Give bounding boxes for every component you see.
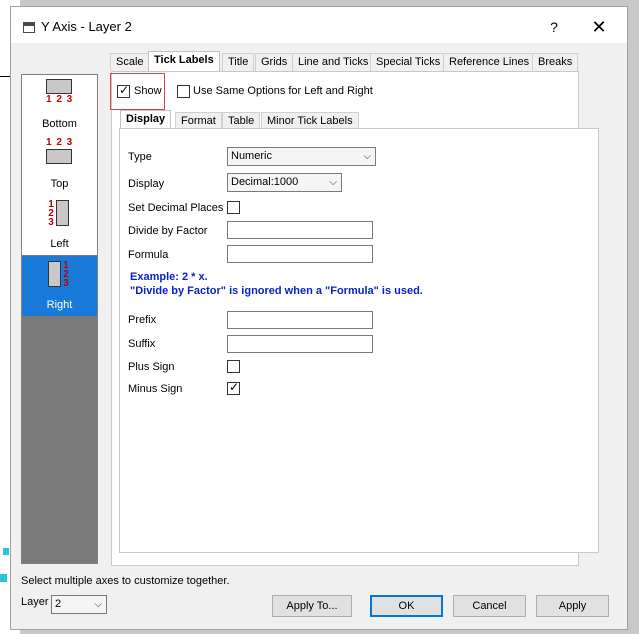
prefix-input[interactable] [227, 311, 373, 329]
chevron-down-icon: ⌵ [94, 599, 102, 610]
plus-sign-checkbox[interactable] [227, 360, 240, 373]
minus-sign-checkbox[interactable] [227, 380, 240, 395]
suffix-label: Suffix [128, 338, 156, 350]
suffix-input[interactable] [227, 335, 373, 353]
example-text: Example: 2 * x. [130, 271, 208, 283]
type-select-value: Numeric [231, 150, 272, 162]
axis-left-icon [56, 200, 69, 226]
show-checkbox[interactable] [117, 83, 130, 98]
background-marker [0, 574, 7, 582]
ok-button[interactable]: OK [370, 595, 443, 617]
same-options-checkbox[interactable] [177, 85, 190, 98]
axis-left-numbers: 1 2 3 [47, 200, 55, 228]
tab-grids[interactable]: Grids [255, 53, 294, 71]
set-decimal-label: Set Decimal Places [128, 202, 224, 214]
axis-list: 1 2 3 Bottom 1 2 3 Top 1 2 3 Left 1 2 3 … [21, 74, 98, 564]
axis-right-numbers: 1 2 3 [62, 261, 70, 289]
set-decimal-checkbox[interactable] [227, 201, 240, 214]
axis-bottom-numbers: 1 2 3 [46, 94, 74, 105]
window-title: Y Axis - Layer 2 [41, 19, 132, 34]
tab-breaks[interactable]: Breaks [532, 53, 579, 71]
axis-item-label: Top [50, 178, 69, 190]
same-options-label: Use Same Options for Left and Right [193, 85, 373, 97]
axis-item-left[interactable]: 1 2 3 Left [22, 195, 97, 255]
divide-factor-input[interactable] [227, 221, 373, 239]
tab-reference-lines[interactable]: Reference Lines [443, 53, 536, 71]
tab-special-ticks[interactable]: Special Ticks [370, 53, 447, 71]
example-note: "Divide by Factor" is ignored when a "Fo… [130, 285, 423, 297]
background-marker [3, 548, 9, 555]
axis-item-label: Bottom [42, 118, 77, 130]
prefix-label: Prefix [128, 314, 157, 326]
subtab-display[interactable]: Display [120, 110, 172, 130]
tab-scale[interactable]: Scale [110, 53, 150, 71]
layer-label: Layer [21, 596, 49, 608]
cancel-button[interactable]: Cancel [453, 595, 526, 617]
tab-line-and-ticks[interactable]: Line and Ticks [292, 53, 375, 71]
tab-tick-labels[interactable]: Tick Labels [148, 51, 220, 71]
axis-item-bottom[interactable]: 1 2 3 Bottom [22, 75, 97, 135]
formula-input[interactable] [227, 245, 373, 263]
axis-item-label: Left [50, 238, 69, 250]
minus-sign-label: Minus Sign [128, 383, 183, 395]
display-select[interactable]: Decimal:1000 ⌵ [227, 173, 342, 192]
divide-label: Divide by Factor [128, 225, 208, 237]
apply-button[interactable]: Apply [536, 595, 609, 617]
axis-top-numbers: 1 2 3 [46, 137, 74, 148]
tick-number: 3 [48, 217, 54, 228]
show-label: Show [134, 85, 162, 97]
type-label: Type [128, 151, 152, 163]
y-axis-dialog: Y Axis - Layer 2 ? ✕ 1 2 3 Bottom 1 2 3 … [10, 6, 628, 630]
display-select-value: Decimal:1000 [231, 176, 299, 188]
layer-select[interactable]: 2 ⌵ [51, 595, 107, 614]
plus-sign-label: Plus Sign [128, 361, 175, 373]
tab-title[interactable]: Title [222, 53, 255, 71]
chevron-down-icon: ⌵ [329, 177, 337, 188]
axis-right-icon [48, 261, 61, 287]
type-select[interactable]: Numeric ⌵ [227, 147, 376, 166]
axis-item-label: Right [46, 299, 73, 311]
axis-top-icon [46, 149, 72, 164]
help-button[interactable]: ? [543, 16, 565, 38]
display-label: Display [128, 178, 165, 190]
axis-bottom-icon [46, 79, 72, 94]
hint-text: Select multiple axes to customize togeth… [21, 575, 230, 587]
close-icon[interactable]: ✕ [585, 16, 613, 38]
axis-item-right[interactable]: 1 2 3 Right [22, 256, 97, 316]
window-icon [23, 22, 35, 33]
apply-to-button[interactable]: Apply To... [272, 595, 352, 617]
layer-select-value: 2 [55, 598, 62, 610]
title-bar: Y Axis - Layer 2 ? ✕ [11, 7, 627, 43]
formula-label: Formula [128, 249, 169, 261]
tick-number: 3 [63, 278, 69, 289]
chevron-down-icon: ⌵ [363, 151, 371, 162]
axis-item-top[interactable]: 1 2 3 Top [22, 135, 97, 195]
